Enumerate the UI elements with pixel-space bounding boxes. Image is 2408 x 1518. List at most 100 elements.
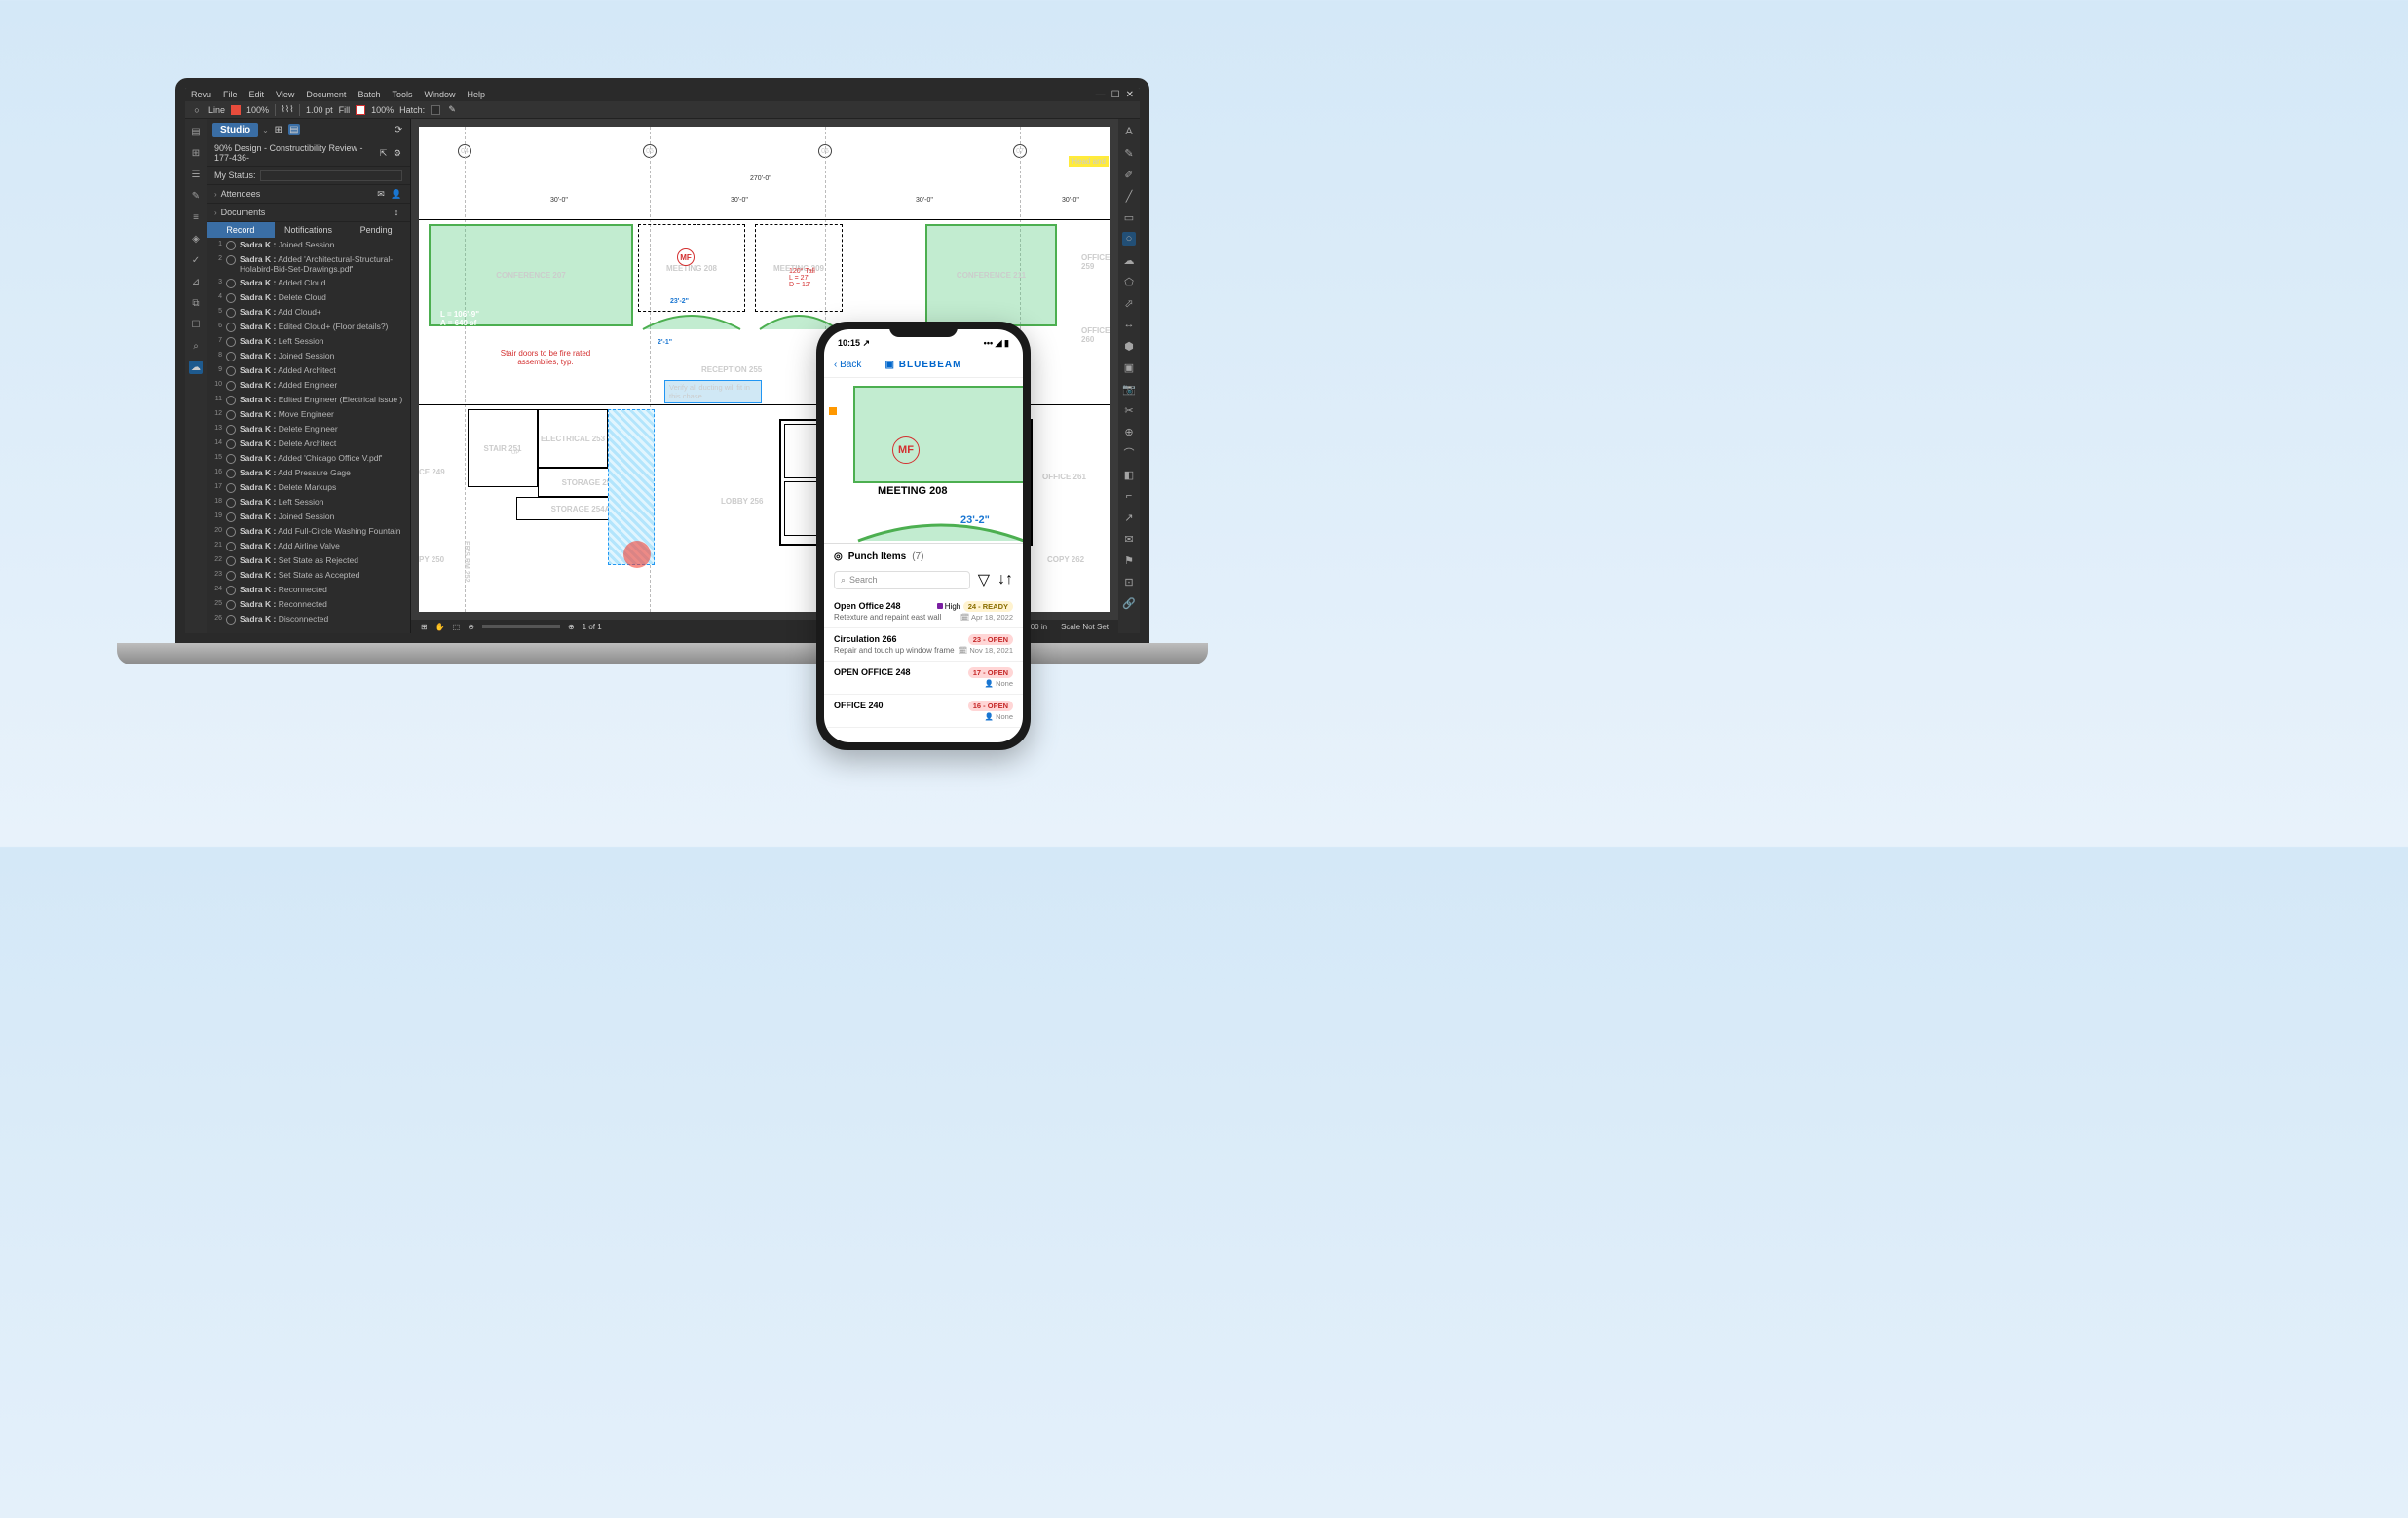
arrow-tool-icon[interactable]: ↗ [1122,511,1136,524]
record-row[interactable]: 13 Sadra K : Delete Engineer [207,422,410,436]
linestyle-icon[interactable]: ⌇⌇⌇ [282,104,293,116]
search-input[interactable]: ⌕ Search [834,571,970,589]
line-width[interactable]: 1.00 pt [306,105,333,115]
record-row[interactable]: 2 Sadra K : Added 'Architectural-Structu… [207,252,410,276]
documents-section[interactable]: › Documents ↕ [207,204,410,222]
record-row[interactable]: 25 Sadra K : Reconnected [207,597,410,612]
hatch-swatch[interactable] [431,105,440,115]
hyperlink-tool-icon[interactable]: 🔗 [1122,596,1136,610]
properties-icon[interactable]: ≡ [189,210,203,224]
record-row[interactable]: 26 Sadra K : Disconnected [207,612,410,626]
zoom-out-icon[interactable]: ⊖ [468,623,474,631]
attendees-section[interactable]: › Attendees ✉ 👤 [207,185,410,204]
record-row[interactable]: 17 Sadra K : Delete Markups [207,480,410,495]
tab-record[interactable]: Record [207,222,275,238]
tab-notifications[interactable]: Notifications [275,222,343,238]
highlight-tool-icon[interactable]: ✎ [1122,146,1136,160]
record-row[interactable]: 15 Sadra K : Added 'Chicago Office V.pdf… [207,451,410,466]
image-tool-icon[interactable]: ▣ [1122,361,1136,374]
record-row[interactable]: 8 Sadra K : Joined Session [207,349,410,363]
select-icon[interactable]: ⬚ [453,623,461,631]
note-tool-icon[interactable]: ✉ [1122,532,1136,546]
session-share-icon[interactable]: ⇱ [378,147,388,159]
snapshot-tool-icon[interactable]: 📷 [1122,382,1136,396]
selection-handle[interactable] [829,407,837,415]
fill-opacity[interactable]: 100% [371,105,394,115]
session-settings-icon[interactable]: ⚙ [393,147,402,159]
polygon-tool-icon[interactable]: ⬠ [1122,275,1136,288]
group-tool-icon[interactable]: ⊡ [1122,575,1136,588]
count-tool-icon[interactable]: ⊕ [1122,425,1136,438]
record-row[interactable]: 21 Sadra K : Add Airline Valve [207,539,410,553]
punch-list[interactable]: Open Office 248 High 24 - READY Retextur… [824,595,1023,742]
panel-icon-1[interactable]: ⊞ [273,124,284,135]
record-row[interactable]: 20 Sadra K : Add Full-Circle Washing Fou… [207,524,410,539]
menu-help[interactable]: Help [467,90,485,99]
record-row[interactable]: 14 Sadra K : Delete Architect [207,436,410,451]
ellipse-icon[interactable]: ○ [191,104,203,116]
attendees-icon-1[interactable]: ✉ [375,188,387,200]
line-color-swatch[interactable] [231,105,241,115]
record-row[interactable]: 19 Sadra K : Joined Session [207,510,410,524]
menu-batch[interactable]: Batch [357,90,380,99]
record-list[interactable]: 1 Sadra K : Joined Session 2 Sadra K : A… [207,238,410,633]
ellipse-tool-icon[interactable]: ○ [1122,232,1136,246]
rectangle-tool-icon[interactable]: ▭ [1122,210,1136,224]
links-icon[interactable]: ⧉ [189,296,203,310]
punch-item[interactable]: Circulation 266 23 - OPEN Repair and tou… [824,628,1023,662]
menu-tools[interactable]: Tools [392,90,412,99]
record-row[interactable]: 9 Sadra K : Added Architect [207,363,410,378]
forms-icon[interactable]: ☐ [189,318,203,331]
record-row[interactable]: 24 Sadra K : Reconnected [207,583,410,597]
menu-revu[interactable]: Revu [191,90,211,99]
record-row[interactable]: 11 Sadra K : Edited Engineer (Electrical… [207,393,410,407]
record-row[interactable]: 22 Sadra K : Set State as Rejected [207,553,410,568]
record-row[interactable]: 6 Sadra K : Edited Cloud+ (Floor details… [207,320,410,334]
tab-pending[interactable]: Pending [342,222,410,238]
toolchest-icon[interactable]: ✎ [189,189,203,203]
studio-icon[interactable]: ☁ [189,361,203,374]
record-row[interactable]: 16 Sadra K : Add Pressure Gage [207,466,410,480]
fill-color-swatch[interactable] [356,105,365,115]
file-access-icon[interactable]: ▤ [189,125,203,138]
my-status-dropdown[interactable] [260,170,402,181]
record-row[interactable]: 5 Sadra K : Add Cloud+ [207,305,410,320]
bookmarks-icon[interactable]: ☰ [189,168,203,181]
search-icon[interactable]: ⌕ [189,339,203,353]
close-icon[interactable]: ✕ [1126,90,1134,100]
studio-button[interactable]: Studio [212,123,258,137]
cloud-tool-icon[interactable]: ☁ [1122,253,1136,267]
record-row[interactable]: 4 Sadra K : Delete Cloud [207,290,410,305]
statusbar-icon-1[interactable]: ⊞ [421,623,428,631]
record-row[interactable]: 1 Sadra K : Joined Session [207,238,410,252]
menu-window[interactable]: Window [424,90,455,99]
maximize-icon[interactable]: ☐ [1111,90,1120,100]
menu-file[interactable]: File [223,90,238,99]
record-row[interactable]: 10 Sadra K : Added Engineer [207,378,410,393]
hatch-editor-icon[interactable]: ✎ [446,104,458,116]
record-row[interactable]: 12 Sadra K : Move Engineer [207,407,410,422]
minimize-icon[interactable]: — [1096,90,1106,100]
zoom-in-icon[interactable]: ⊕ [568,623,575,631]
documents-sort-icon[interactable]: ↕ [391,207,402,218]
punch-item[interactable]: OFFICE 240 16 - OPEN 👤 None [824,695,1023,728]
flag-tool-icon[interactable]: ⚑ [1122,553,1136,567]
cut-tool-icon[interactable]: ✂ [1122,403,1136,417]
attendees-icon-2[interactable]: 👤 [391,188,402,200]
chevron-down-icon[interactable]: ⌄ [262,126,269,134]
punch-item[interactable]: Open Office 248 High 24 - READY Retextur… [824,595,1023,628]
phone-drawing-view[interactable]: MF MEETING 208 23'-2" [824,378,1023,544]
pan-icon[interactable]: ✋ [435,623,445,631]
punch-item[interactable]: OPEN OFFICE 248 17 - OPEN 👤 None [824,662,1023,695]
signatures-icon[interactable]: ✓ [189,253,203,267]
stamp-tool-icon[interactable]: ⬢ [1122,339,1136,353]
measurements-icon[interactable]: ⊿ [189,275,203,288]
polyline-tool-icon[interactable]: ⌐ [1122,489,1136,503]
pen-tool-icon[interactable]: ✐ [1122,168,1136,181]
arc-tool-icon[interactable]: ⌒ [1122,446,1136,460]
dimension-tool-icon[interactable]: ↔ [1122,318,1136,331]
menu-edit[interactable]: Edit [249,90,265,99]
back-button[interactable]: ‹ Back [834,360,861,370]
menu-document[interactable]: Document [306,90,346,99]
record-row[interactable]: 18 Sadra K : Left Session [207,495,410,510]
